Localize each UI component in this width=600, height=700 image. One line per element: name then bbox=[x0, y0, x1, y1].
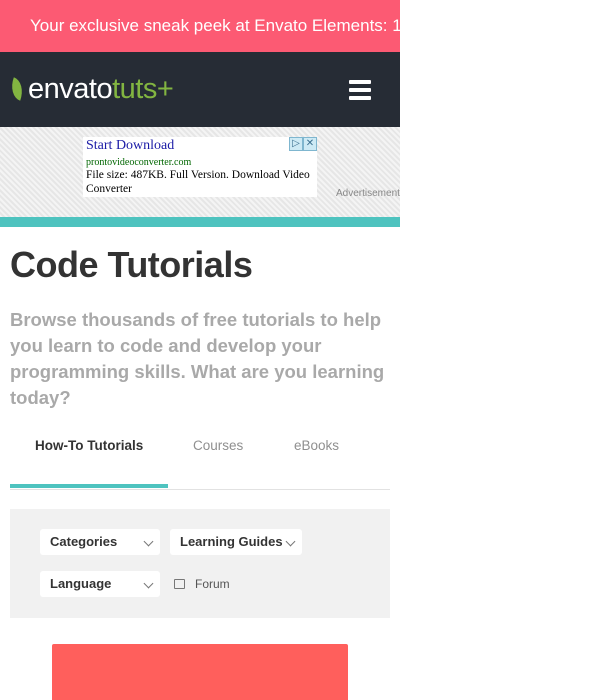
site-header: envato tuts+ bbox=[0, 52, 400, 127]
ad-controls: ▷ ✕ bbox=[289, 137, 317, 151]
featured-card[interactable] bbox=[52, 644, 348, 700]
learning-guides-select[interactable]: Learning Guides bbox=[170, 529, 302, 555]
learning-guides-select-label: Learning Guides bbox=[180, 534, 283, 549]
chevron-down-icon bbox=[143, 578, 154, 589]
play-icon[interactable]: ▷ bbox=[289, 137, 303, 151]
content-tabs: How-To Tutorials Courses eBooks bbox=[10, 422, 390, 490]
forum-label: Forum bbox=[195, 577, 230, 591]
advertisement-label: Advertisement bbox=[336, 188, 400, 199]
promo-banner[interactable]: Your exclusive sneak peek at Envato Elem… bbox=[0, 0, 400, 52]
tab-ebooks[interactable]: eBooks bbox=[294, 438, 339, 453]
ad-description: File size: 487KB. Full Version. Download… bbox=[86, 169, 310, 195]
page-column: Your exclusive sneak peek at Envato Elem… bbox=[0, 0, 400, 700]
ad-url[interactable]: prontovideoconverter.com bbox=[86, 157, 191, 168]
language-select-label: Language bbox=[50, 576, 112, 591]
advertisement-area: Start Download prontovideoconverter.com … bbox=[0, 127, 400, 217]
ad-title[interactable]: Start Download bbox=[86, 138, 174, 154]
categories-select[interactable]: Categories bbox=[40, 529, 160, 555]
filter-panel: Categories Learning Guides Language Foru… bbox=[10, 509, 390, 618]
logo-primary-text: envato bbox=[28, 72, 113, 105]
active-tab-indicator bbox=[10, 484, 168, 488]
chevron-down-icon bbox=[143, 536, 154, 547]
chevron-down-icon bbox=[285, 536, 296, 547]
forum-link[interactable]: Forum bbox=[174, 577, 230, 591]
tab-courses[interactable]: Courses bbox=[193, 438, 243, 453]
forum-icon bbox=[174, 579, 185, 589]
page-title: Code Tutorials bbox=[10, 244, 253, 285]
categories-select-label: Categories bbox=[50, 534, 118, 549]
language-select[interactable]: Language bbox=[40, 571, 160, 597]
ad-box[interactable]: Start Download prontovideoconverter.com … bbox=[83, 137, 317, 197]
page-subtitle: Browse thousands of free tutorials to he… bbox=[10, 309, 385, 408]
leaf-icon bbox=[7, 77, 27, 101]
logo-secondary-text: tuts+ bbox=[112, 72, 174, 105]
accent-divider bbox=[0, 217, 400, 227]
hamburger-menu-icon[interactable] bbox=[349, 80, 371, 100]
close-icon[interactable]: ✕ bbox=[303, 137, 317, 151]
envato-tuts-logo[interactable]: envato tuts+ bbox=[7, 72, 174, 105]
tab-how-to-tutorials[interactable]: How-To Tutorials bbox=[35, 438, 143, 453]
